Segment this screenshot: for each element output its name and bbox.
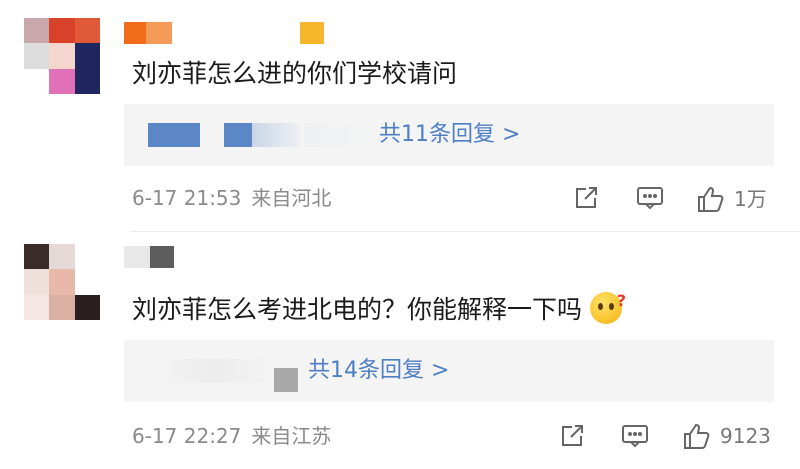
timestamp: 6-17 21:53 <box>132 186 242 210</box>
reply-preview-blur <box>304 123 374 147</box>
more-replies-link[interactable]: 共14条回复 > <box>308 340 449 402</box>
reply-preview-blur <box>154 359 274 383</box>
timestamp: 6-17 22:27 <box>132 424 242 448</box>
location: 来自江苏 <box>251 424 332 448</box>
comment-meta: 6-17 22:27 来自江苏 <box>132 422 331 450</box>
comment-text-content: 刘亦菲怎么考进北电的？你能解释一下吗 <box>132 295 583 324</box>
replies-box[interactable]: 共14条回复 > <box>124 340 774 402</box>
replies-box[interactable]: 共11条回复 > <box>124 104 774 166</box>
share-button[interactable] <box>558 422 586 450</box>
comment-text: 刘亦菲怎么考进北电的？你能解释一下吗 <box>132 284 626 327</box>
thinking-face-emoji-icon <box>590 284 626 324</box>
comment-icon <box>637 187 663 210</box>
thumbs-up-icon <box>684 423 710 449</box>
comment-button[interactable] <box>635 184 665 212</box>
like-count: 9123 <box>720 424 771 448</box>
thumbs-up-icon <box>698 186 724 212</box>
username[interactable] <box>124 22 324 44</box>
like-button[interactable]: 9123 <box>682 421 771 451</box>
comment-icon <box>622 425 648 448</box>
avatar[interactable] <box>24 244 100 320</box>
username[interactable] <box>124 246 174 268</box>
reply-preview-blur <box>252 123 300 147</box>
share-button[interactable] <box>572 184 600 212</box>
like-button[interactable]: 1万 <box>696 184 767 214</box>
more-replies-link[interactable]: 共11条回复 > <box>379 104 520 166</box>
avatar[interactable] <box>24 18 100 94</box>
share-icon <box>576 187 597 208</box>
reply-preview-blur <box>148 123 200 147</box>
comment-button[interactable] <box>620 422 650 450</box>
reply-preview-blur <box>224 123 252 147</box>
share-icon <box>562 425 583 446</box>
comment-meta: 6-17 21:53 来自河北 <box>132 184 331 212</box>
comment-item: 刘亦菲怎么考进北电的？你能解释一下吗 共14条回复 > 6-17 22:27 来自… <box>0 232 800 469</box>
location: 来自河北 <box>251 186 332 210</box>
comment-text: 刘亦菲怎么进的你们学校请问 <box>132 59 458 88</box>
reply-preview-blur <box>274 368 298 392</box>
comment-item: 刘亦菲怎么进的你们学校请问 共11条回复 > 6-17 21:53 来自河北 1万 <box>0 0 800 232</box>
like-count: 1万 <box>734 187 767 211</box>
